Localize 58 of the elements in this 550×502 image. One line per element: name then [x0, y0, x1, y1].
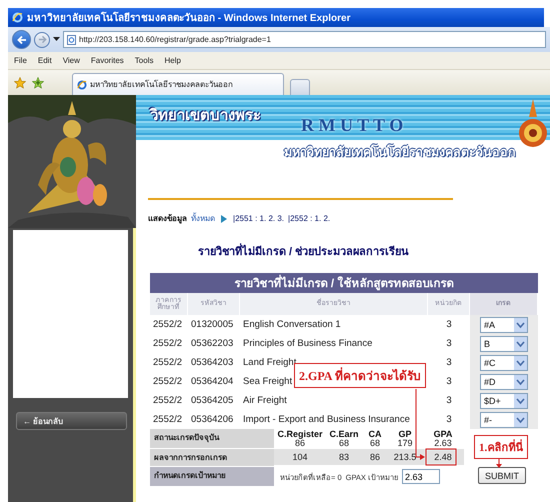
browser-logo-icon [12, 12, 23, 23]
grade-select[interactable]: #D [480, 374, 528, 390]
table-cell: 68 [370, 439, 380, 449]
triangle-icon [221, 214, 227, 222]
filter-link[interactable]: ทั้งหมด [191, 212, 215, 225]
table-cell: 83 [326, 448, 362, 465]
page-icon [67, 34, 76, 44]
menu-item[interactable]: View [62, 56, 80, 65]
forward-button[interactable] [34, 32, 50, 48]
filter-link[interactable]: |2551 : 1. 2. 3. [233, 214, 284, 223]
table-cell: 104 [274, 448, 326, 465]
university-acronym: R M U T T O [301, 115, 404, 136]
row-label: ผลจากการกรอกเกรด [150, 448, 274, 467]
table-cell: 179 [397, 439, 413, 449]
table-cell: 2.63 [434, 439, 452, 449]
filter-link[interactable]: |2552 : 1. 2. [288, 214, 330, 223]
table-cell: 86 [294, 439, 305, 449]
filter-label: แสดงข้อมูล [148, 213, 187, 225]
table-cell: 68 [338, 439, 349, 449]
column-header: C.Earn [329, 430, 358, 440]
annotation-arrow [496, 458, 502, 468]
grade-select[interactable]: B [480, 336, 528, 352]
submit-button[interactable]: SUBMIT [478, 467, 526, 484]
star-icon[interactable] [14, 77, 26, 89]
address-field[interactable]: http://203.158.140.60/registrar/grade.asp?trialgrade=1 [63, 31, 546, 48]
back-arrow-icon [16, 34, 26, 44]
campus-name: วิทยาเขตบางพระ [150, 106, 261, 126]
row-label: กำหนดเกรดเป้าหมาย [150, 466, 274, 487]
dropdown-caret-icon[interactable] [53, 37, 60, 42]
row-label: สถานะเกรดปัจจุบัน [150, 429, 274, 449]
page-heading: รายวิชาที่ไม่มีเกรด / ช่วยประมวลผลการเรียน [198, 242, 550, 260]
grade-select[interactable]: $D+ [480, 392, 528, 408]
menu-item[interactable]: Tools [134, 56, 154, 65]
menu-item[interactable]: File [14, 56, 27, 65]
menu-item[interactable]: Help [164, 56, 181, 65]
grade-select[interactable]: #- [480, 412, 528, 428]
back-link-button[interactable]: ← ย้อนกลับ [16, 412, 127, 430]
university-name: มหาวิทยาลัยเทคโนโลยีราชมงคลตะวันออก [284, 142, 516, 161]
browser-tab[interactable]: มหาวิทยาลัยเทคโนโลยีราชมงคลตะวันออก [72, 73, 284, 95]
menu-item[interactable]: Edit [38, 56, 52, 65]
add-favorite-icon[interactable] [32, 77, 44, 89]
column-header: C.Register [277, 430, 322, 440]
gpax-input[interactable]: 2.63 [402, 469, 440, 484]
column-header: CA [368, 430, 382, 440]
grade-select[interactable]: #A [480, 316, 528, 332]
table-cell: 213.5 [388, 448, 422, 465]
new-tab-button[interactable] [290, 79, 310, 95]
browser-logo-icon [77, 80, 87, 90]
callout-note: 1.คลิกที่นี่ [474, 435, 528, 459]
column-header: GPA [434, 430, 452, 440]
forward-arrow-icon [38, 35, 46, 44]
grade-select[interactable]: #C [480, 354, 528, 370]
window-title: มหาวิทยาลัยเทคโนโลยีราชมงคลตะวันออก - Windows Internet Explorer [27, 10, 350, 25]
table-cell: 86 [362, 448, 388, 465]
back-button[interactable] [12, 30, 31, 49]
menu-item[interactable]: Favorites [90, 56, 124, 65]
table-title: รายวิชาที่ไม่มีเกรด / ใช้หลักสูตรทดสอบเกรด [150, 273, 538, 293]
column-header: GP [398, 430, 412, 440]
